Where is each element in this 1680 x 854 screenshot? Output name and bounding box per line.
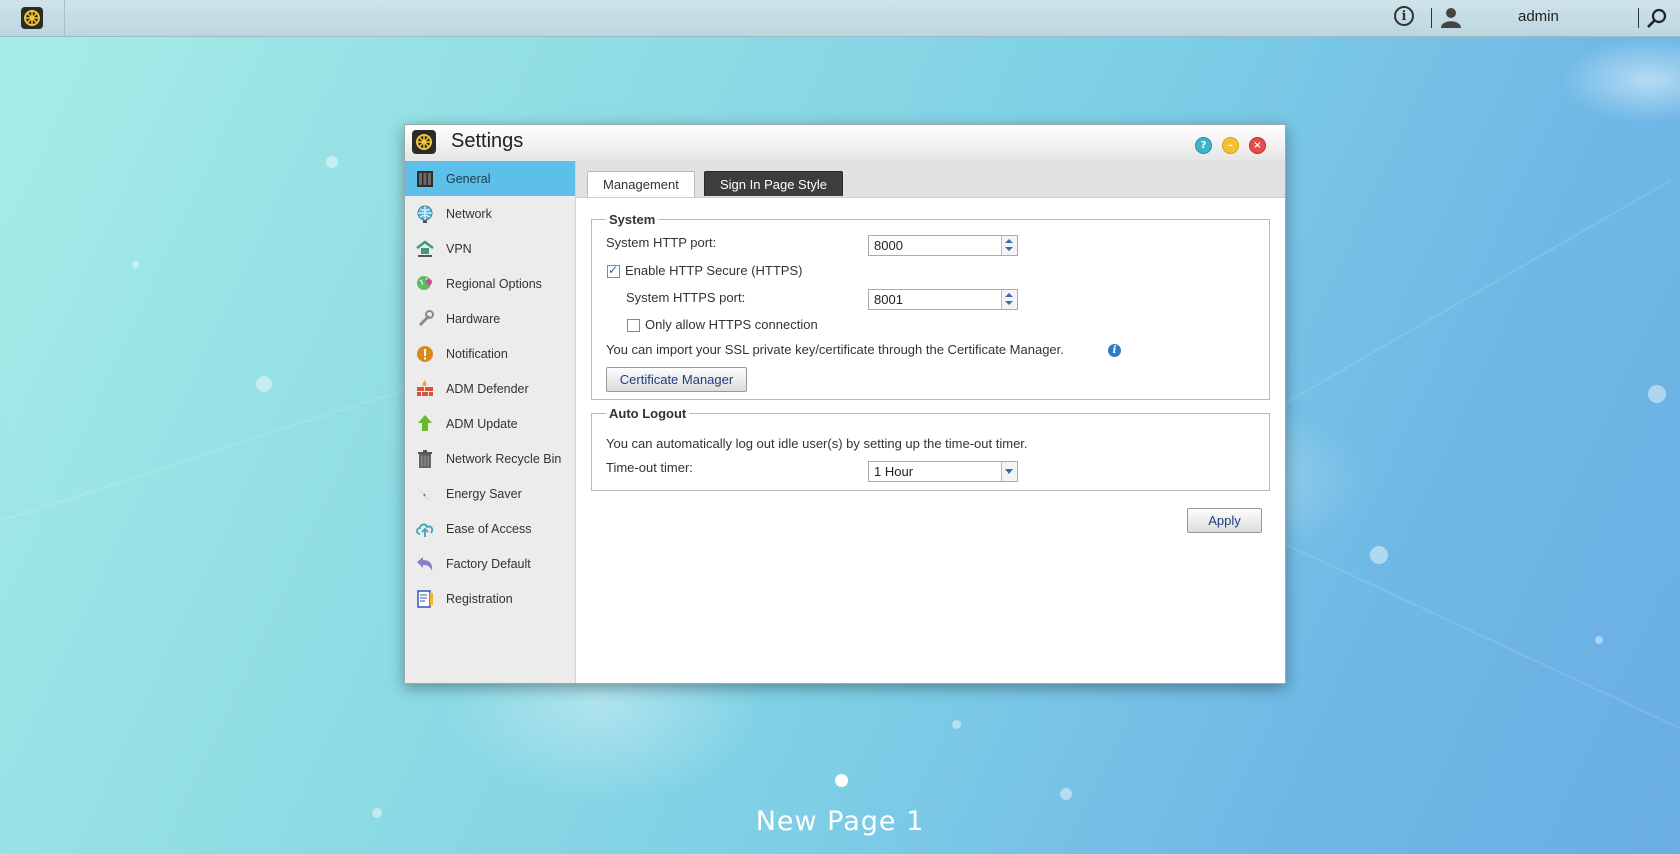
energy-bolt-icon [414, 483, 436, 505]
decrement-icon[interactable] [1005, 301, 1013, 305]
sidebar-item-registration[interactable]: Registration [405, 581, 575, 616]
https-port-stepper[interactable]: 8001 [868, 289, 1018, 310]
notification-icon [414, 343, 436, 365]
auto-logout-note: You can automatically log out idle user(… [606, 436, 1028, 451]
settings-window: Settings ? – × General Network VPN Regio… [404, 124, 1286, 684]
regional-options-icon [414, 273, 436, 295]
https-port-arrows[interactable] [1001, 290, 1017, 309]
http-port-label: System HTTP port: [606, 235, 717, 250]
settings-sidebar: General Network VPN Regional Options Har… [405, 161, 576, 683]
vpn-icon [414, 238, 436, 260]
settings-content: Management Sign In Page Style System Sys… [576, 161, 1285, 683]
sidebar-item-hardware[interactable]: Hardware [405, 301, 575, 336]
timeout-timer-value[interactable]: 1 Hour [874, 464, 913, 479]
general-icon [414, 168, 436, 190]
sidebar-item-label: Factory Default [446, 556, 531, 571]
system-legend: System [609, 212, 656, 227]
chevron-down-icon[interactable] [1001, 462, 1017, 481]
info-icon[interactable]: i [1394, 6, 1414, 26]
divider [1431, 8, 1432, 28]
certificate-manager-button[interactable]: Certificate Manager [606, 367, 747, 392]
ssl-note: You can import your SSL private key/cert… [606, 342, 1064, 357]
sidebar-item-adm-defender[interactable]: ADM Defender [405, 371, 575, 406]
sidebar-item-label: Notification [446, 346, 508, 361]
sidebar-item-label: Network [446, 206, 492, 221]
sidebar-item-notification[interactable]: Notification [405, 336, 575, 371]
tab-bar: Management Sign In Page Style [576, 161, 1285, 198]
sidebar-item-general[interactable]: General [405, 161, 575, 196]
sidebar-item-energy-saver[interactable]: Energy Saver [405, 476, 575, 511]
sidebar-item-label: General [446, 171, 491, 186]
user-icon[interactable] [1440, 6, 1462, 28]
sidebar-item-network-recycle-bin[interactable]: Network Recycle Bin [405, 441, 575, 476]
settings-app-button[interactable] [0, 0, 65, 36]
sidebar-item-label: Energy Saver [446, 486, 522, 501]
http-port-arrows[interactable] [1001, 236, 1017, 255]
auto-logout-legend: Auto Logout [609, 406, 687, 421]
page-indicator-dot[interactable] [835, 774, 848, 787]
minimize-button[interactable]: – [1222, 137, 1239, 154]
close-button[interactable]: × [1249, 137, 1266, 154]
only-https-label[interactable]: Only allow HTTPS connection [645, 317, 818, 332]
only-https-checkbox[interactable] [627, 319, 640, 332]
desktop-page-label: New Page 1 [755, 806, 925, 837]
https-port-label: System HTTPS port: [626, 290, 746, 305]
registration-clipboard-icon [414, 588, 436, 610]
sidebar-item-ease-of-access[interactable]: Ease of Access [405, 511, 575, 546]
http-port-value[interactable]: 8000 [874, 238, 903, 253]
sidebar-item-label: Registration [446, 591, 513, 606]
decrement-icon[interactable] [1005, 247, 1013, 251]
username-label[interactable]: admin [1518, 8, 1559, 25]
https-port-value[interactable]: 8001 [874, 292, 903, 307]
sidebar-item-vpn[interactable]: VPN [405, 231, 575, 266]
firewall-icon [414, 378, 436, 400]
window-titlebar[interactable]: Settings ? – × [405, 125, 1285, 162]
tab-sign-in-page-style[interactable]: Sign In Page Style [704, 171, 843, 196]
divider [1638, 8, 1639, 28]
sidebar-item-network[interactable]: Network [405, 196, 575, 231]
hardware-icon [414, 308, 436, 330]
sidebar-item-label: Ease of Access [446, 521, 532, 536]
sidebar-item-factory-default[interactable]: Factory Default [405, 546, 575, 581]
info-icon[interactable]: i [1108, 344, 1121, 357]
enable-https-label[interactable]: Enable HTTP Secure (HTTPS) [625, 263, 802, 278]
search-icon[interactable] [1646, 7, 1668, 29]
cloud-upload-icon [414, 518, 436, 540]
apply-button[interactable]: Apply [1187, 508, 1262, 533]
http-port-stepper[interactable]: 8000 [868, 235, 1018, 256]
sidebar-item-label: ADM Defender [446, 381, 529, 396]
enable-https-checkbox[interactable] [607, 263, 620, 278]
tab-management[interactable]: Management [587, 171, 695, 197]
window-title: Settings [451, 130, 524, 152]
recycle-bin-icon [414, 448, 436, 470]
sidebar-item-label: Network Recycle Bin [446, 451, 562, 466]
settings-app-icon [412, 130, 436, 154]
help-button[interactable]: ? [1195, 137, 1212, 154]
timeout-timer-label: Time-out timer: [606, 460, 693, 475]
undo-arrow-icon [414, 553, 436, 575]
sidebar-item-regional-options[interactable]: Regional Options [405, 266, 575, 301]
update-arrow-icon [414, 413, 436, 435]
top-taskbar: i admin [0, 0, 1680, 37]
sidebar-item-label: VPN [446, 241, 472, 256]
app-settings-icon [21, 7, 43, 29]
increment-icon[interactable] [1005, 293, 1013, 297]
sidebar-item-adm-update[interactable]: ADM Update [405, 406, 575, 441]
sidebar-item-label: ADM Update [446, 416, 518, 431]
sidebar-item-label: Hardware [446, 311, 501, 326]
increment-icon[interactable] [1005, 239, 1013, 243]
sidebar-item-label: Regional Options [446, 276, 542, 291]
network-globe-icon [414, 203, 436, 225]
timeout-timer-select[interactable]: 1 Hour [868, 461, 1018, 482]
